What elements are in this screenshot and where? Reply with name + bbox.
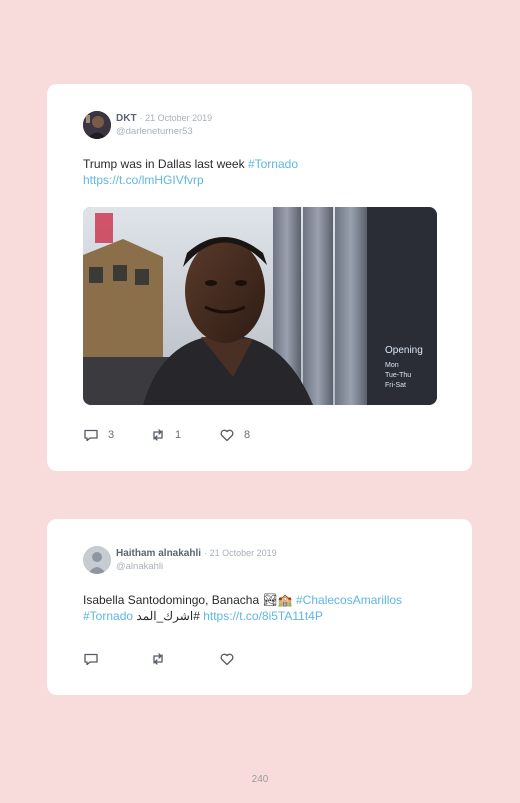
- url-link[interactable]: https://t.co/lmHGIVfvrp: [83, 173, 204, 187]
- retweet-count: 1: [175, 429, 182, 441]
- author-name[interactable]: Haitham alnakahli: [116, 548, 201, 559]
- tweet-actions: 3 1 8: [83, 427, 283, 443]
- like-button[interactable]: [219, 651, 244, 667]
- emoji: 🏞🏫: [262, 593, 293, 607]
- reply-button[interactable]: [83, 651, 108, 667]
- tweet-card: Haitham alnakahli · 21 October 2019 @aln…: [47, 519, 472, 695]
- heart-icon: [220, 429, 234, 442]
- reply-count: 3: [108, 429, 115, 441]
- tweet-media[interactable]: Opening Mon Tue-Thu Fri-Sat: [83, 207, 437, 405]
- hashtag-link[interactable]: #Tornado: [83, 609, 133, 623]
- heart-icon: [220, 653, 234, 666]
- like-button[interactable]: 8: [219, 427, 250, 443]
- like-count: 8: [244, 429, 251, 441]
- arabic-hashtag[interactable]: #اشرك_المد: [136, 609, 199, 623]
- reply-icon: [84, 653, 98, 666]
- retweet-button[interactable]: 1: [150, 427, 181, 443]
- default-avatar-icon: [83, 546, 111, 574]
- separator: ·: [203, 548, 207, 558]
- svg-text:Fri-Sat: Fri-Sat: [385, 382, 406, 389]
- svg-text:Mon: Mon: [385, 362, 399, 369]
- retweet-icon: [153, 429, 163, 441]
- author-handle[interactable]: @darleneturner53: [116, 125, 212, 138]
- tweet-text: Trump was in Dallas last week #Tornado h…: [83, 157, 443, 188]
- tweet-body: Isabella Santodomingo, Banacha: [83, 593, 263, 607]
- tweet-date[interactable]: 21 October 2019: [145, 113, 212, 123]
- avatar[interactable]: [83, 111, 111, 139]
- reply-button[interactable]: 3: [83, 427, 114, 443]
- hashtag-link[interactable]: #ChalecosAmarillos: [296, 593, 402, 607]
- author-name[interactable]: DKT: [116, 113, 137, 124]
- tweet-body: Trump was in Dallas last week: [83, 157, 248, 171]
- tweet-actions: [83, 651, 283, 667]
- page-number: 240: [251, 774, 269, 785]
- media-image: Opening Mon Tue-Thu Fri-Sat: [83, 207, 437, 405]
- avatar[interactable]: [83, 546, 111, 574]
- tweet-date[interactable]: 21 October 2019: [210, 548, 277, 558]
- tweet-text: Isabella Santodomingo, Banacha 🏞🏫 #Chale…: [83, 593, 443, 624]
- separator: ·: [139, 113, 143, 123]
- tweet-header: Haitham alnakahli · 21 October 2019 @aln…: [83, 546, 443, 576]
- hashtag-link[interactable]: #Tornado: [248, 157, 298, 171]
- svg-text:Opening: Opening: [385, 345, 423, 356]
- url-link[interactable]: https://t.co/8i5TA11t4P: [203, 609, 323, 623]
- avatar-image: [83, 111, 111, 139]
- retweet-button[interactable]: [150, 651, 175, 667]
- tweet-card: DKT · 21 October 2019 @darleneturner53 T…: [47, 84, 472, 471]
- reply-icon: [84, 429, 98, 442]
- svg-text:Tue-Thu: Tue-Thu: [385, 372, 411, 379]
- tweet-header: DKT · 21 October 2019 @darleneturner53: [83, 111, 443, 141]
- author-handle[interactable]: @alnakahli: [116, 560, 277, 573]
- retweet-icon: [153, 653, 163, 665]
